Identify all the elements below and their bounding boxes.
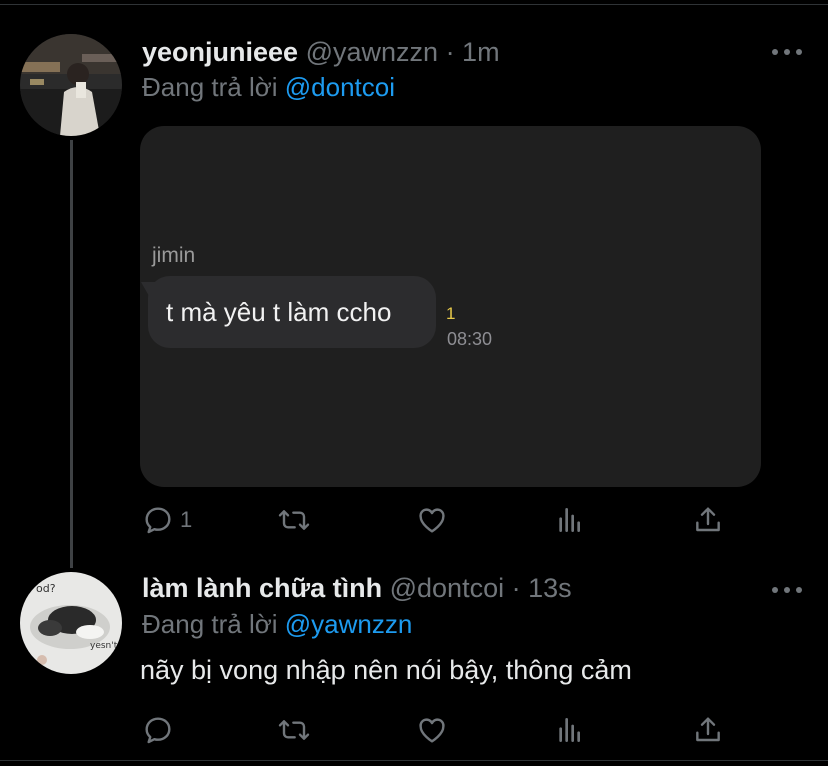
replying-to-line: Đang trả lời @dontcoi <box>142 71 395 103</box>
timestamp[interactable]: · 1m <box>446 37 500 67</box>
reply-icon <box>145 717 171 744</box>
avatar-yeonjunieee[interactable] <box>20 34 122 136</box>
analytics-icon <box>559 718 580 742</box>
tweet-text: nãy bị vong nhập nên nói bậy, thông cảm <box>140 655 632 685</box>
tweet-2-header: làm lành chữa tình @dontcoi · 13s <box>142 572 572 604</box>
display-name[interactable]: yeonjunieee <box>142 37 298 67</box>
analytics-button[interactable] <box>554 710 586 750</box>
chat-sender-name: jimin <box>152 244 196 267</box>
replying-to-prefix: Đang trả lời <box>142 72 285 102</box>
avatar-dontcoi[interactable]: od? yesn't <box>20 572 122 674</box>
like-button[interactable] <box>416 500 448 540</box>
bottom-divider <box>0 760 828 761</box>
reply-button[interactable] <box>142 710 180 750</box>
retweet-button[interactable] <box>278 500 310 540</box>
avatar-photo <box>20 34 122 136</box>
display-name[interactable]: làm lành chữa tình <box>142 573 382 603</box>
avatar-sticker-text-bottom: yesn't <box>90 641 118 651</box>
avatar-cat-photo: od? yesn't <box>20 572 122 674</box>
handle[interactable]: @dontcoi <box>390 573 504 603</box>
like-icon <box>419 508 445 533</box>
top-divider <box>0 4 828 5</box>
replying-to-handle[interactable]: @yawnzzn <box>285 609 413 639</box>
tweet-1-header: yeonjunieee @yawnzzn · 1m <box>142 36 500 68</box>
like-button[interactable] <box>416 710 448 750</box>
tweet-media-screenshot[interactable]: jimin t mà yêu t làm ccho 1 08:30 <box>140 126 761 487</box>
replying-to-prefix: Đang trả lời <box>142 609 285 639</box>
replying-to-line: Đang trả lời @yawnzzn <box>142 608 412 640</box>
reply-button[interactable]: 1 <box>142 500 192 540</box>
chat-message-time: 08:30 <box>447 329 493 349</box>
retweet-icon <box>278 510 310 530</box>
like-icon <box>419 718 445 743</box>
analytics-button[interactable] <box>554 500 586 540</box>
more-icon[interactable] <box>772 46 802 58</box>
share-icon <box>696 507 720 532</box>
tweet-2-actions <box>140 710 740 750</box>
replying-to-handle[interactable]: @dontcoi <box>285 72 395 102</box>
share-button[interactable] <box>692 710 724 750</box>
share-button[interactable] <box>692 500 724 540</box>
thread-connector-line <box>70 140 73 568</box>
retweet-icon <box>278 720 310 740</box>
timestamp[interactable]: · 13s <box>512 573 572 603</box>
share-icon <box>696 717 720 742</box>
tweet-1-actions: 1 <box>140 500 740 540</box>
reply-icon <box>145 507 171 534</box>
reply-count: 1 <box>180 507 193 532</box>
analytics-icon <box>559 508 580 532</box>
chat-message-bubble: t mà yêu t làm ccho <box>148 276 436 348</box>
chat-message-text: t mà yêu t làm ccho <box>166 296 392 327</box>
chat-unread-count: 1 <box>446 304 456 323</box>
handle[interactable]: @yawnzzn <box>306 37 438 67</box>
avatar-sticker-text-top: od? <box>36 582 56 595</box>
more-icon[interactable] <box>772 584 802 596</box>
retweet-button[interactable] <box>278 710 310 750</box>
